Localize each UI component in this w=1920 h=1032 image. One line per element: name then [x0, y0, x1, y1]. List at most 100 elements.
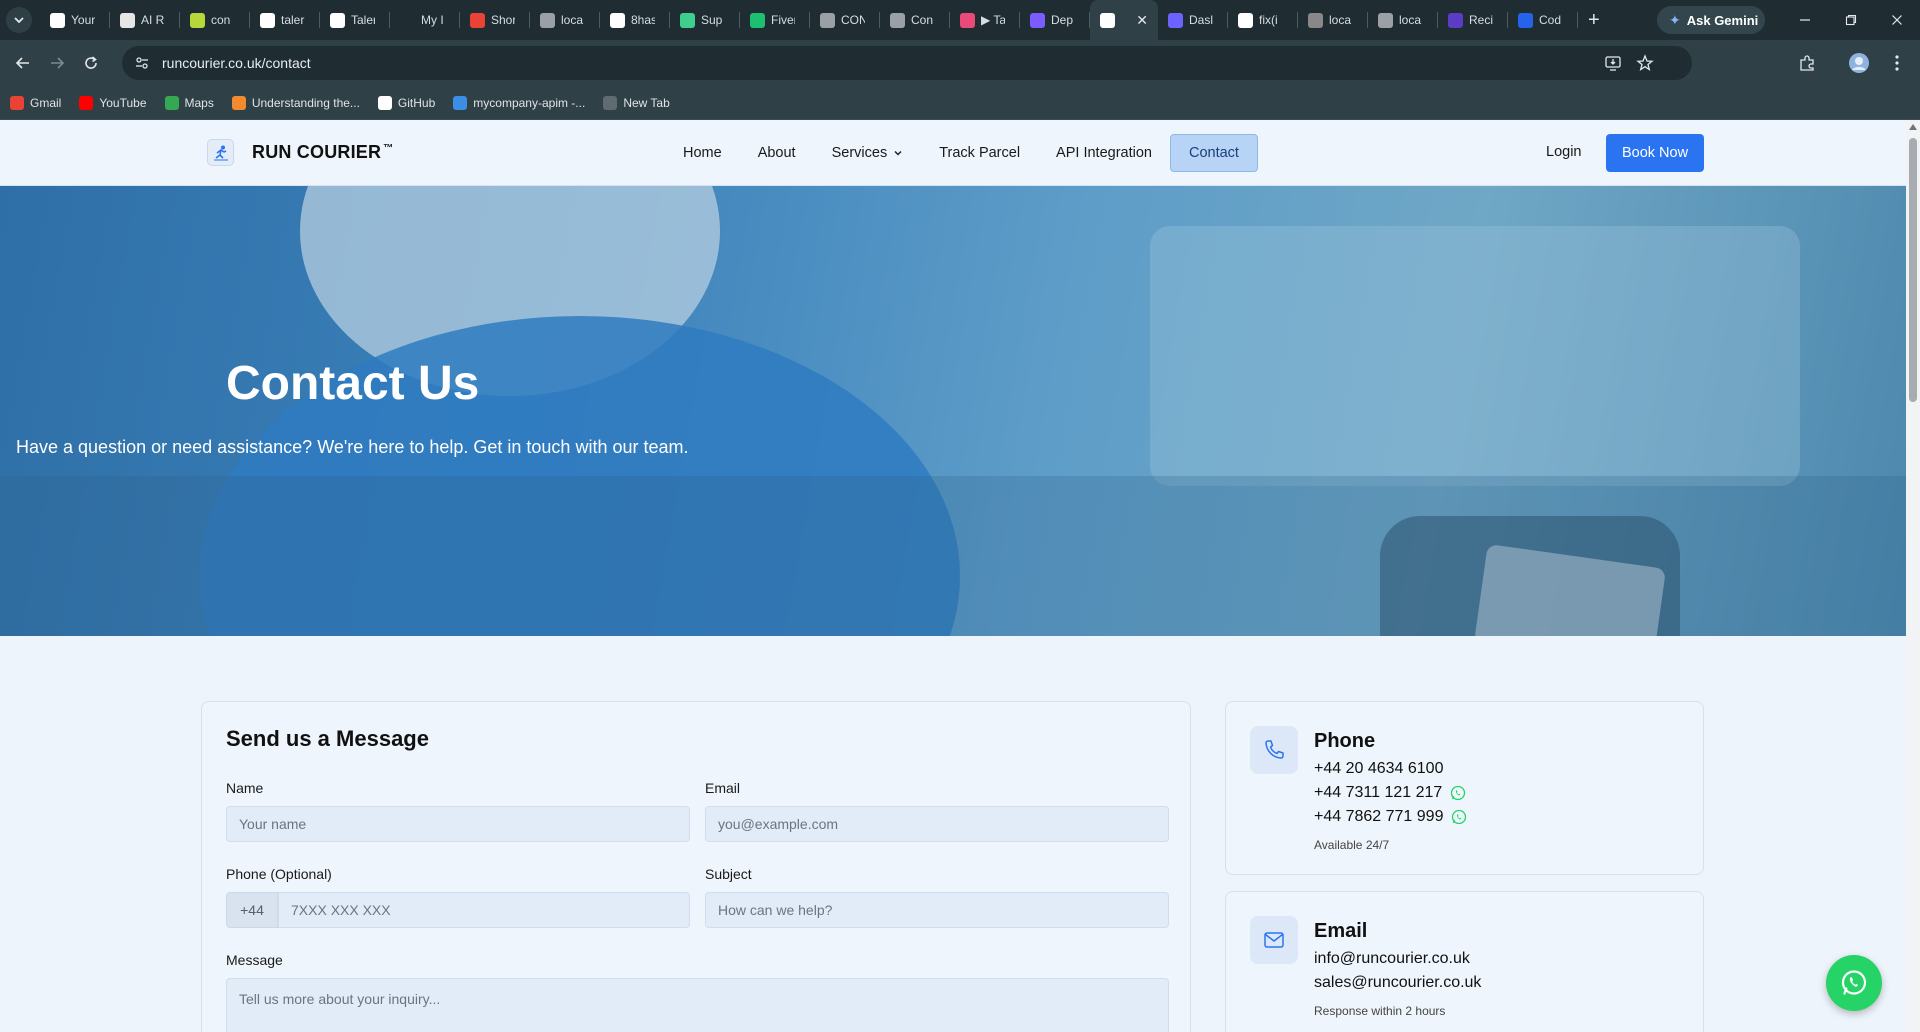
tab-title: Con — [911, 13, 934, 27]
browser-tab[interactable]: taler — [250, 0, 320, 40]
browser-tab[interactable]: Your — [40, 0, 110, 40]
bookmark-star-icon[interactable] — [1636, 46, 1654, 80]
url-text: runcourier.co.uk/contact — [162, 55, 311, 71]
browser-tab[interactable]: Sup — [670, 0, 740, 40]
extensions-icon[interactable] — [1790, 46, 1824, 80]
browser-tab[interactable]: Shor — [460, 0, 530, 40]
bookmark-item[interactable]: YouTube — [79, 95, 147, 110]
phone-input[interactable]: 7XXX XXX XXX — [278, 892, 690, 928]
browser-tab[interactable]: Cod — [1508, 0, 1578, 40]
tab-favicon-icon — [1308, 12, 1323, 28]
azure-icon — [453, 95, 468, 110]
browser-tab[interactable]: Dep — [1020, 0, 1090, 40]
bookmark-item[interactable]: mycompany-apim -... — [453, 95, 585, 110]
bookmark-item[interactable]: Maps — [164, 95, 214, 110]
phone-number-2[interactable]: +44 7311 121 217 — [1314, 784, 1466, 802]
email-address-1[interactable]: info@runcourier.co.uk — [1314, 950, 1470, 968]
bookmark-item[interactable]: GitHub — [377, 95, 435, 110]
phone-number-1[interactable]: +44 20 4634 6100 — [1314, 760, 1443, 778]
site-settings-icon[interactable] — [130, 51, 154, 75]
close-window-button[interactable] — [1874, 0, 1920, 40]
name-input[interactable]: Your name — [226, 806, 690, 842]
site-header: RUN COURIER ™ Home About Services Track Parc… — [0, 120, 1906, 186]
browser-tab[interactable]: My I — [390, 0, 460, 40]
browser-tab[interactable]: Con — [880, 0, 950, 40]
phone-number-text: +44 7862 771 999 — [1314, 808, 1444, 825]
minimize-button[interactable] — [1782, 0, 1828, 40]
youtube-icon — [79, 95, 94, 110]
back-button[interactable] — [6, 46, 40, 80]
profile-avatar[interactable] — [1842, 46, 1876, 80]
close-icon — [1892, 15, 1902, 25]
browser-tab[interactable]: CON — [810, 0, 880, 40]
nav-api-integration[interactable]: API Integration — [1038, 134, 1170, 172]
tab-favicon-icon — [190, 12, 205, 28]
book-now-button[interactable]: Book Now — [1606, 134, 1704, 172]
tab-title: Dep — [1051, 13, 1074, 27]
browser-tab[interactable]: Fiver — [740, 0, 810, 40]
whatsapp-icon[interactable] — [1450, 785, 1466, 801]
email-address-2[interactable]: sales@runcourier.co.uk — [1314, 974, 1481, 992]
phone-label: Phone (Optional) — [226, 866, 332, 882]
browser-tab[interactable]: ▶ Ta — [950, 0, 1020, 40]
subject-input[interactable]: How can we help? — [705, 892, 1169, 928]
nav-label: About — [757, 145, 796, 161]
whatsapp-chat-button[interactable] — [1826, 955, 1882, 1011]
nav-label: Home — [683, 145, 722, 161]
new-tab-button[interactable]: + — [1588, 9, 1600, 32]
scrollbar-thumb[interactable] — [1909, 138, 1917, 402]
tab-title: 8has — [631, 13, 655, 27]
browser-tab[interactable]: 8has — [600, 0, 670, 40]
ask-gemini-button[interactable]: ✦ Ask Gemini — [1657, 6, 1765, 34]
page-icon — [231, 95, 246, 110]
chevron-down-icon — [14, 17, 24, 24]
install-app-icon[interactable] — [1604, 46, 1622, 80]
restore-button[interactable] — [1828, 0, 1874, 40]
browser-tab[interactable]: loca — [1368, 0, 1438, 40]
tab-title: fix(i — [1259, 13, 1278, 27]
browser-tab[interactable]: Taler — [320, 0, 390, 40]
brand-name[interactable]: RUN COURIER ™ — [252, 142, 393, 163]
whatsapp-icon[interactable] — [1451, 809, 1467, 825]
browser-tab[interactable]: Dasl — [1158, 0, 1228, 40]
tab-search-button[interactable] — [6, 7, 32, 33]
login-link[interactable]: Login — [1546, 144, 1581, 160]
browser-tab[interactable]: Reci — [1438, 0, 1508, 40]
browser-tab[interactable]: AI R — [110, 0, 180, 40]
phone-availability: Available 24/7 — [1314, 838, 1390, 852]
nav-track-parcel[interactable]: Track Parcel — [921, 134, 1038, 172]
tab-title: CON — [841, 13, 865, 27]
scroll-up-arrow[interactable] — [1909, 124, 1917, 130]
tab-favicon-icon — [1378, 12, 1393, 28]
trademark-symbol: ™ — [383, 143, 394, 154]
gmail-icon — [10, 95, 24, 110]
nav-services[interactable]: Services — [814, 134, 922, 172]
message-textarea[interactable]: Tell us more about your inquiry... — [226, 978, 1169, 1032]
email-response-time: Response within 2 hours — [1314, 1004, 1446, 1018]
nav-label: Services — [831, 145, 888, 161]
browser-menu-button[interactable] — [1880, 46, 1914, 80]
email-input[interactable]: you@example.com — [705, 806, 1169, 842]
phone-number-text: +44 20 4634 6100 — [1314, 760, 1444, 777]
nav-about[interactable]: About — [740, 134, 814, 172]
site-logo[interactable] — [207, 139, 234, 166]
nav-contact[interactable]: Contact — [1169, 134, 1258, 172]
phone-number-3[interactable]: +44 7862 771 999 — [1314, 808, 1467, 826]
close-tab-icon[interactable]: ✕ — [1136, 12, 1148, 29]
address-bar[interactable]: runcourier.co.uk/contact — [122, 46, 1692, 80]
tab-title: loca — [1399, 13, 1422, 27]
bookmark-item[interactable]: Understanding the... — [231, 95, 360, 110]
browser-tab[interactable]: loca — [530, 0, 600, 40]
browser-tab[interactable]: fix(i — [1228, 0, 1298, 40]
tab-title: Fiver — [771, 13, 795, 27]
hero-banner: Contact Us Have a question or need assis… — [0, 186, 1906, 636]
nav-home[interactable]: Home — [665, 134, 740, 172]
bookmark-item[interactable]: New Tab — [603, 95, 670, 110]
reload-button[interactable] — [74, 46, 108, 80]
browser-tab[interactable]: con — [180, 0, 250, 40]
page-scrollbar[interactable] — [1906, 120, 1920, 1032]
bookmark-item[interactable]: Gmail — [10, 95, 61, 110]
browser-tab-active[interactable]: ✕ — [1090, 0, 1158, 40]
browser-tab[interactable]: loca — [1298, 0, 1368, 40]
forward-button[interactable] — [40, 46, 74, 80]
